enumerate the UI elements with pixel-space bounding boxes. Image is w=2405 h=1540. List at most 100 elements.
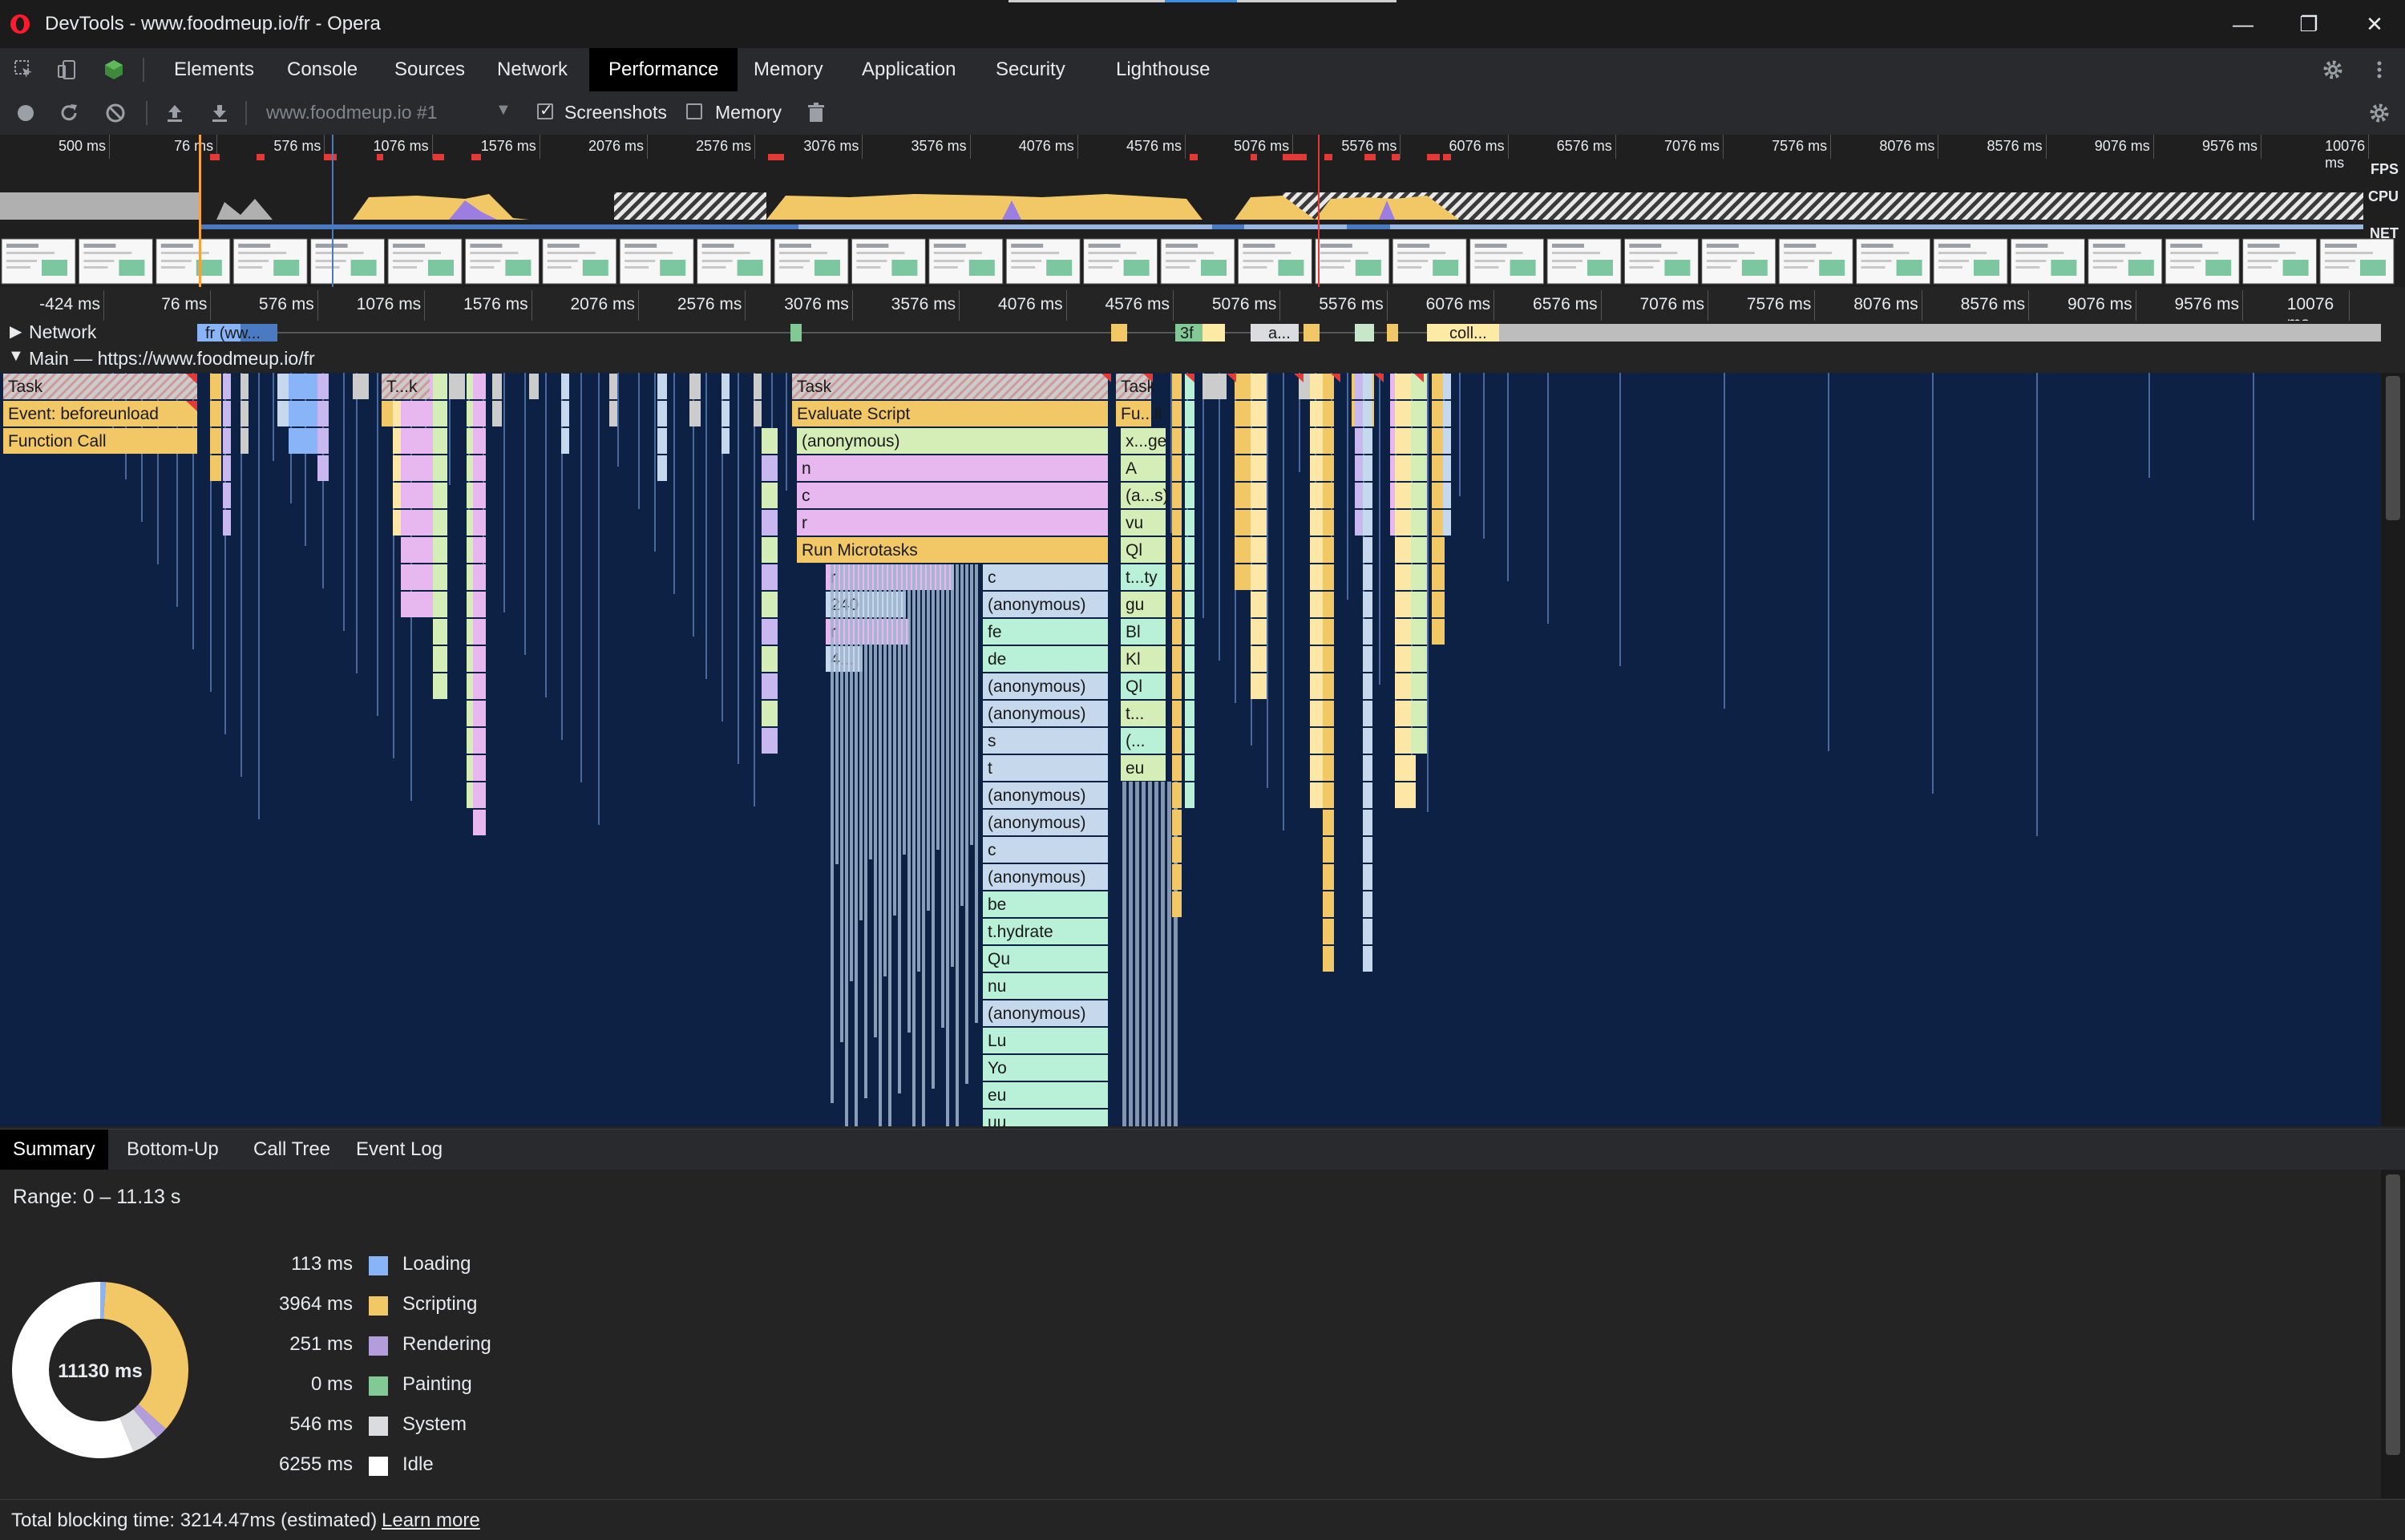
trash-icon[interactable] — [805, 102, 827, 124]
flame-event[interactable] — [1185, 510, 1194, 536]
flame-event[interactable] — [433, 401, 447, 426]
flame-event[interactable] — [529, 374, 539, 399]
tab-security[interactable]: Security — [976, 48, 1085, 91]
flame-event[interactable] — [754, 374, 762, 399]
flame-event[interactable]: Evaluate Script — [792, 401, 1108, 426]
flame-event[interactable] — [401, 401, 433, 426]
flame-event[interactable] — [1172, 891, 1182, 917]
flame-event[interactable]: A — [1121, 455, 1166, 481]
screenshot-thumbnail[interactable] — [310, 238, 386, 285]
screenshot-thumbnail[interactable] — [1546, 238, 1622, 285]
flame-event[interactable] — [1172, 619, 1182, 645]
flame-event[interactable] — [1432, 537, 1445, 563]
flame-event[interactable] — [762, 428, 778, 454]
flame-event[interactable] — [353, 374, 369, 399]
flame-event[interactable] — [1185, 782, 1194, 808]
flame-event[interactable] — [1363, 919, 1372, 944]
flame-event[interactable] — [1411, 483, 1427, 508]
flame-event[interactable] — [1251, 673, 1267, 699]
flame-event[interactable] — [1251, 510, 1267, 536]
flame-event[interactable]: (anonymous) — [983, 864, 1108, 890]
flame-event[interactable] — [1411, 673, 1427, 699]
flame-event[interactable] — [1172, 592, 1182, 617]
flame-event[interactable] — [1363, 537, 1372, 563]
screenshot-thumbnail[interactable] — [156, 238, 231, 285]
flame-event[interactable] — [1411, 564, 1427, 590]
collapse-main-icon[interactable]: ▼ — [8, 347, 24, 366]
screenshot-thumbnail[interactable] — [2164, 238, 2240, 285]
download-profile-icon[interactable] — [208, 102, 231, 124]
flame-event[interactable] — [689, 401, 701, 426]
flame-event[interactable]: eu — [1121, 755, 1166, 781]
flame-event[interactable]: (anonymous) — [983, 673, 1108, 699]
flame-event[interactable] — [473, 374, 486, 399]
tab-summary[interactable]: Summary — [0, 1130, 108, 1170]
flame-event[interactable]: Bl — [1121, 619, 1166, 645]
flame-event[interactable] — [401, 592, 433, 617]
flame-event[interactable] — [473, 564, 486, 590]
flame-event[interactable] — [223, 455, 231, 481]
flame-event[interactable] — [433, 592, 447, 617]
flame-event[interactable] — [1363, 837, 1372, 863]
flame-event[interactable] — [1432, 401, 1445, 426]
flame-event[interactable] — [1323, 673, 1334, 699]
flame-event[interactable] — [1251, 428, 1267, 454]
flame-event[interactable] — [240, 401, 249, 426]
flame-event[interactable] — [1323, 864, 1334, 890]
flame-event[interactable] — [1411, 646, 1427, 672]
flame-event[interactable] — [1172, 455, 1182, 481]
flame-event[interactable] — [449, 374, 465, 399]
flame-event[interactable] — [473, 619, 486, 645]
flame-event[interactable] — [1185, 401, 1194, 426]
flame-event[interactable] — [1443, 483, 1451, 508]
flame-event[interactable] — [1411, 401, 1427, 426]
flame-event[interactable]: Qu — [983, 946, 1108, 972]
clear-icon[interactable] — [104, 102, 127, 124]
flame-event[interactable] — [223, 510, 231, 536]
flame-event[interactable] — [1172, 537, 1182, 563]
inspect-element-icon[interactable] — [13, 59, 35, 81]
flame-event[interactable] — [561, 428, 569, 454]
flame-event[interactable] — [1323, 401, 1334, 426]
flame-event[interactable] — [473, 592, 486, 617]
flame-event[interactable]: (... — [1121, 728, 1166, 754]
flame-event[interactable] — [433, 428, 447, 454]
flame-event[interactable]: c — [983, 837, 1108, 863]
flame-event[interactable]: x...ge — [1121, 428, 1166, 454]
flame-event[interactable] — [722, 428, 730, 454]
flame-event[interactable]: t.hydrate — [983, 919, 1108, 944]
screenshot-thumbnail[interactable] — [78, 238, 153, 285]
screenshot-thumbnail[interactable] — [1856, 238, 1931, 285]
flame-event[interactable]: (anonymous) — [983, 810, 1108, 835]
flame-event[interactable] — [210, 455, 221, 481]
main-thread-header[interactable]: ▼ Main — https://www.foodmeup.io/fr — [0, 347, 2405, 371]
flame-event[interactable]: n — [797, 455, 1108, 481]
tab-sources[interactable]: Sources — [375, 48, 484, 91]
flame-event[interactable] — [473, 673, 486, 699]
flame-event[interactable] — [754, 401, 762, 426]
flame-event[interactable]: Run Microtasks — [797, 537, 1108, 563]
flame-event[interactable]: Lu — [983, 1028, 1108, 1053]
flame-event[interactable] — [1185, 755, 1194, 781]
flame-event[interactable] — [722, 401, 730, 426]
screenshot-thumbnail[interactable] — [2319, 238, 2395, 285]
flame-event[interactable] — [1323, 891, 1334, 917]
flame-event[interactable] — [1363, 755, 1372, 781]
screenshot-thumbnail[interactable] — [1933, 238, 2008, 285]
flame-event[interactable] — [1251, 537, 1267, 563]
flame-event[interactable] — [1172, 483, 1182, 508]
flame-event[interactable] — [1363, 646, 1372, 672]
flame-event[interactable]: Ql — [1121, 537, 1166, 563]
flame-event[interactable] — [1411, 592, 1427, 617]
screenshot-thumbnail[interactable] — [2088, 238, 2163, 285]
flame-event[interactable] — [401, 428, 433, 454]
flame-event[interactable]: Event: beforeunload — [3, 401, 197, 426]
flame-event[interactable] — [1185, 428, 1194, 454]
flame-event[interactable] — [223, 401, 231, 426]
flame-event[interactable] — [762, 537, 778, 563]
flame-event[interactable] — [1185, 728, 1194, 754]
flame-event[interactable] — [1323, 510, 1334, 536]
flame-event[interactable] — [1411, 510, 1427, 536]
flame-event[interactable]: de — [983, 646, 1108, 672]
flame-event[interactable] — [1432, 619, 1445, 645]
